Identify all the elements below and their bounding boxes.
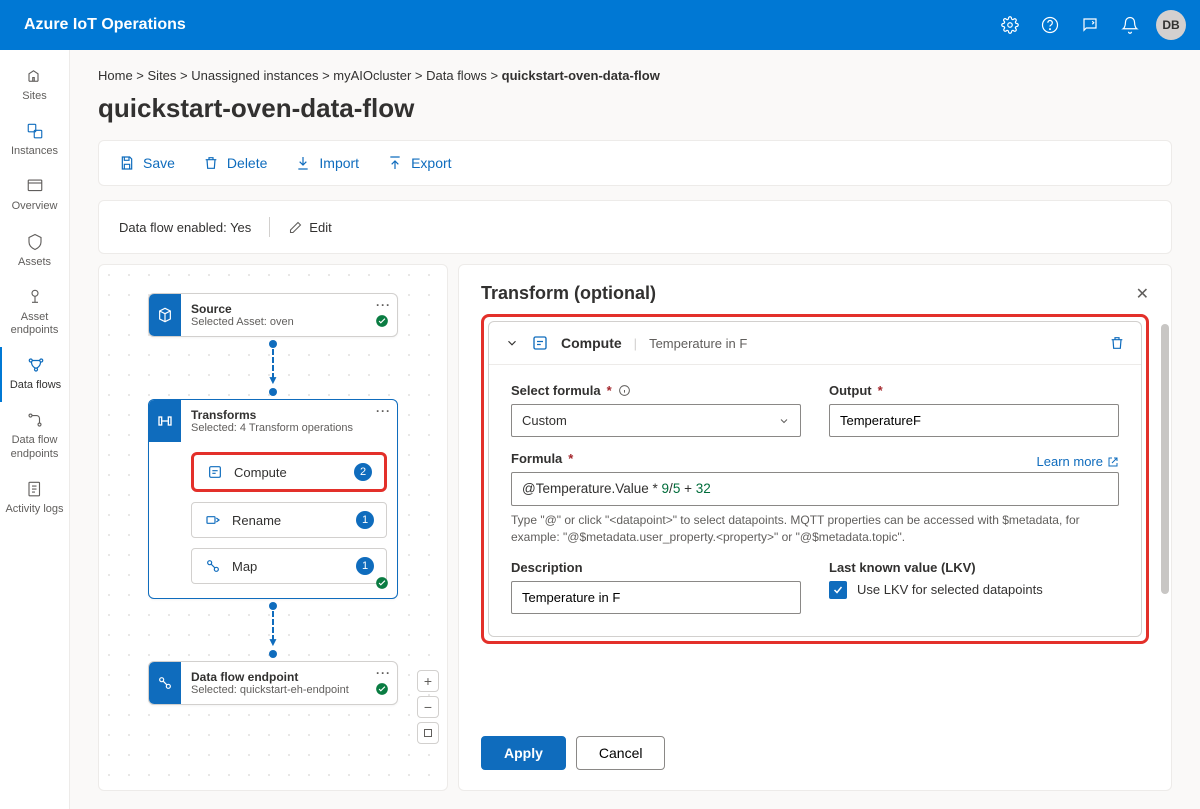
lkv-label: Last known value (LKV) [829,560,1119,575]
checkbox-checked-icon [829,581,847,599]
learn-more-link[interactable]: Learn more [1037,454,1119,469]
overview-icon [25,176,45,196]
compute-block-title: Compute [561,335,622,351]
close-icon[interactable]: ✕ [1136,284,1149,304]
breadcrumb-sites[interactable]: Sites [148,68,177,83]
import-button[interactable]: Import [295,155,359,171]
instances-icon [25,121,45,141]
chip-compute[interactable]: Compute 2 [191,452,387,492]
node-menu-icon[interactable]: ··· [376,404,391,418]
content: Home > Sites > Unassigned instances > my… [70,50,1200,809]
compute-block-subtitle: Temperature in F [649,336,747,351]
save-icon [119,155,135,171]
formula-hint: Type "@" or click "<datapoint>" to selec… [511,512,1119,546]
sidenav-overview[interactable]: Overview [0,168,69,223]
sidenav-asset-endpoints[interactable]: Asset endpoints [0,279,69,347]
transforms-icon [149,400,181,442]
formula-select[interactable]: Custom [511,404,801,437]
formula-input[interactable]: @Temperature.Value * 9/5 + 32 [511,472,1119,506]
data-flows-icon [26,355,46,375]
sidenav-data-flows[interactable]: Data flows [0,347,69,402]
check-icon [375,314,389,328]
page-title: quickstart-oven-data-flow [98,93,1172,124]
description-label: Description [511,560,801,575]
activity-logs-icon [25,479,45,499]
fit-button[interactable] [417,722,439,744]
notifications-icon[interactable] [1110,5,1150,45]
export-icon [387,155,403,171]
check-icon [375,682,389,696]
count-badge: 1 [356,511,374,529]
cube-icon [149,294,181,336]
save-button[interactable]: Save [119,155,175,171]
brand-title: Azure IoT Operations [24,16,990,34]
count-badge: 2 [354,463,372,481]
toolbar: Save Delete Import Export [98,140,1172,186]
import-icon [295,155,311,171]
export-button[interactable]: Export [387,155,451,171]
chevron-down-icon[interactable] [505,336,519,350]
status-bar: Data flow enabled: Yes Edit [98,200,1172,254]
output-input[interactable] [829,404,1119,437]
sidenav-activity-logs[interactable]: Activity logs [0,471,69,526]
check-icon [375,576,389,590]
settings-icon[interactable] [990,5,1030,45]
endpoint-icon [149,662,181,704]
count-badge: 1 [356,557,374,575]
panel-title: Transform (optional) [481,283,656,304]
breadcrumb-current: quickstart-oven-data-flow [502,68,660,83]
transform-panel: Transform (optional) ✕ Compute | Tempera [458,264,1172,791]
compute-icon [531,334,549,352]
endpoint-node[interactable]: ··· Data flow endpointSelected: quicksta… [148,661,398,705]
sidenav-dataflow-endpoints[interactable]: Data flow endpoints [0,402,69,470]
node-menu-icon[interactable]: ··· [376,666,391,680]
zoom-in-button[interactable]: + [417,670,439,692]
status-label: Data flow enabled: Yes [119,220,251,235]
lkv-checkbox[interactable]: Use LKV for selected datapoints [829,581,1119,599]
help-icon[interactable] [1030,5,1070,45]
node-menu-icon[interactable]: ··· [376,298,391,312]
delete-button[interactable]: Delete [203,155,267,171]
trash-icon [203,155,219,171]
sidenav-instances[interactable]: Instances [0,113,69,168]
breadcrumb: Home > Sites > Unassigned instances > my… [98,68,1172,83]
avatar[interactable]: DB [1156,10,1186,40]
rename-icon [204,511,222,529]
chip-rename[interactable]: Rename 1 [191,502,387,538]
transforms-node[interactable]: ··· TransformsSelected: 4 Transform oper… [148,399,398,599]
feedback-icon[interactable] [1070,5,1110,45]
zoom-out-button[interactable]: − [417,696,439,718]
description-input[interactable] [511,581,801,614]
formula-select-label: Select formula * [511,383,801,398]
source-node[interactable]: ··· SourceSelected Asset: oven [148,293,398,337]
flow-canvas[interactable]: ··· SourceSelected Asset: oven ▼ ··· Tra… [98,264,448,791]
map-icon [204,557,222,575]
assets-icon [25,232,45,252]
scrollbar[interactable] [1161,324,1169,594]
sidenav-assets[interactable]: Assets [0,224,69,279]
edit-button[interactable]: Edit [288,220,331,235]
top-bar: Azure IoT Operations DB [0,0,1200,50]
info-icon[interactable] [618,384,631,397]
breadcrumb-unassigned[interactable]: Unassigned instances [191,68,318,83]
side-nav: Sites Instances Overview Assets Asset en… [0,50,70,809]
delete-block-button[interactable] [1109,335,1125,351]
asset-endpoints-icon [25,287,45,307]
breadcrumb-home[interactable]: Home [98,68,133,83]
cancel-button[interactable]: Cancel [576,736,666,770]
chip-map[interactable]: Map 1 [191,548,387,584]
apply-button[interactable]: Apply [481,736,566,770]
breadcrumb-cluster[interactable]: myAIOcluster [333,68,411,83]
dataflow-endpoints-icon [25,410,45,430]
formula-label: Formula * [511,451,573,466]
breadcrumb-dataflows[interactable]: Data flows [426,68,487,83]
compute-icon [206,463,224,481]
output-label: Output * [829,383,1119,398]
sites-icon [25,66,45,86]
chevron-down-icon [778,415,790,427]
sidenav-sites[interactable]: Sites [0,58,69,113]
